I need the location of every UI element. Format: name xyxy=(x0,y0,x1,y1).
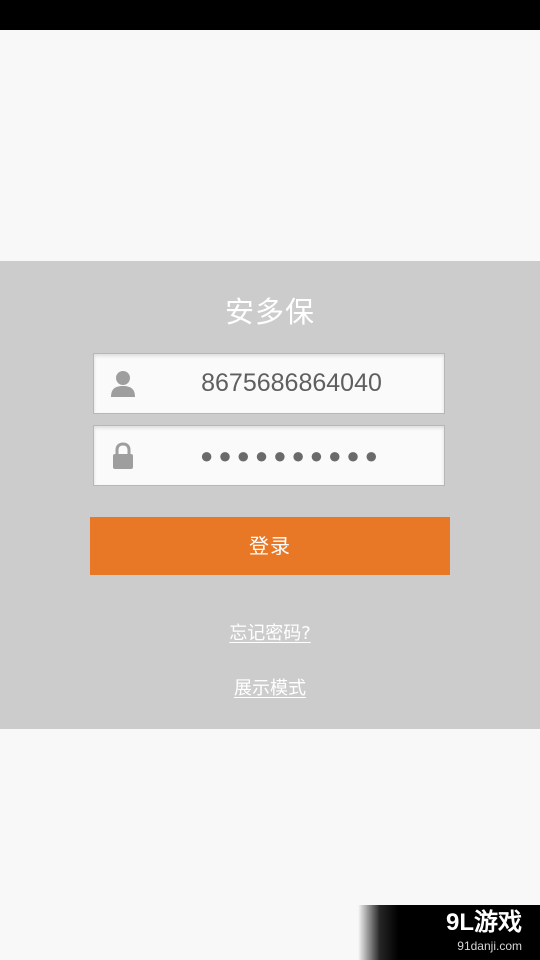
login-button[interactable]: 登录 xyxy=(90,517,450,575)
watermark-domain: 91danji.com xyxy=(457,939,522,953)
forgot-password-label[interactable]: 忘记密码? xyxy=(229,623,311,644)
lock-icon-svg xyxy=(113,442,133,469)
app-title: 安多保 xyxy=(224,295,315,329)
lock-icon xyxy=(110,442,136,470)
forgot-password-link[interactable]: 忘记密码? xyxy=(0,621,540,647)
watermark-brand: 9L游戏 xyxy=(445,909,522,936)
demo-mode-link[interactable]: 展示模式 xyxy=(0,676,540,702)
top-space xyxy=(0,30,540,261)
username-value[interactable]: 8675686864040 xyxy=(149,354,434,413)
password-field[interactable]: ●●●●●●●●●● xyxy=(93,425,445,486)
user-icon xyxy=(110,370,136,398)
password-value[interactable]: ●●●●●●●●●● xyxy=(149,426,434,485)
status-bar xyxy=(0,0,540,30)
demo-mode-label[interactable]: 展示模式 xyxy=(234,678,306,699)
watermark: 9L游戏 91danji.com xyxy=(358,905,540,960)
username-field[interactable]: 8675686864040 xyxy=(93,353,445,414)
user-icon-svg xyxy=(111,371,135,397)
